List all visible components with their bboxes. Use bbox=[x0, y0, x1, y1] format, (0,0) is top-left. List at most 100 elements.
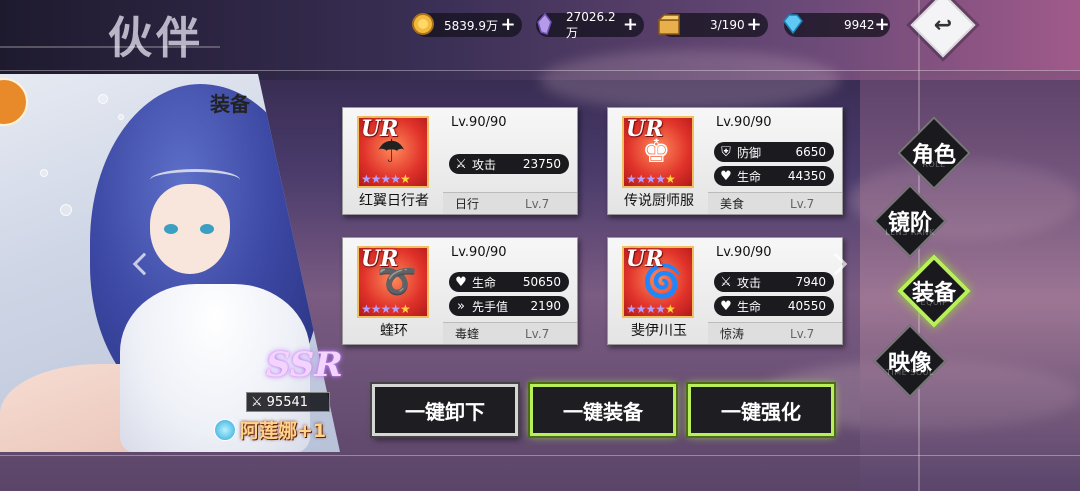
stat-name: 防御 bbox=[737, 145, 762, 160]
equipment-portrait: ♚ UR ★★★★★ bbox=[622, 116, 694, 188]
currency-chest: 3/190 + bbox=[657, 13, 768, 37]
heart-icon: ♥ bbox=[720, 168, 732, 184]
chest-icon bbox=[654, 9, 684, 39]
stat-value: 40550 bbox=[787, 299, 826, 313]
owner-strip: 美食 Lv.7 bbox=[708, 192, 842, 214]
unequip-all-button[interactable]: 一键卸下 bbox=[372, 384, 518, 436]
equipment-card-4[interactable]: 🌀 UR ★★★★★ 斐伊川玉 Lv.90/90 ⚔ 攻击 7940 ♥ 生命 … bbox=[607, 237, 843, 345]
owner-name: 美食 bbox=[720, 197, 745, 211]
character-crown bbox=[150, 169, 240, 191]
currency-chest-value: 3/190 bbox=[710, 18, 745, 32]
rarity-ur-badge: UR bbox=[626, 116, 664, 142]
owner-strip: 毒蝰 Lv.7 bbox=[443, 322, 577, 344]
stat-row: » 先手值 2190 bbox=[449, 296, 569, 316]
owner-strip: 日行 Lv.7 bbox=[443, 192, 577, 214]
currency-diamond: 9942 + bbox=[783, 13, 890, 37]
sword-icon: ⚔ bbox=[720, 274, 732, 290]
nav-sublabel: EQUIP bbox=[920, 298, 948, 307]
currency-diamond-value: 9942 bbox=[844, 18, 875, 32]
stat-row: ⚔ 攻击 23750 bbox=[449, 154, 569, 174]
equipment-name: 蝰环 bbox=[380, 323, 408, 339]
upgrade-all-button[interactable]: 一键强化 bbox=[688, 384, 834, 436]
owner-level: Lv.7 bbox=[525, 196, 550, 211]
star-rating: ★★★★★ bbox=[626, 172, 676, 186]
gold-coin-icon bbox=[408, 9, 438, 39]
equipment-portrait: 🌀 UR ★★★★★ bbox=[622, 246, 694, 318]
rarity-ur-badge: UR bbox=[361, 246, 399, 272]
equipment-card-2[interactable]: ♚ UR ★★★★★ 传说厨师服 Lv.90/90 ⛨ 防御 6650 ♥ 生命… bbox=[607, 107, 843, 215]
add-gold-button[interactable]: + bbox=[500, 16, 516, 34]
equipment-card-3[interactable]: ➰ UR ★★★★★ 蝰环 Lv.90/90 ♥ 生命 50650 » 先手值 … bbox=[342, 237, 578, 345]
currency-gold: 5839.9万 + bbox=[412, 13, 522, 37]
stat-row: ⚔ 攻击 7940 bbox=[714, 272, 834, 292]
currency-gold-value: 5839.9万 bbox=[444, 18, 498, 33]
bubble bbox=[118, 114, 124, 120]
element-icon bbox=[214, 418, 236, 441]
speed-icon: » bbox=[457, 298, 465, 314]
owner-name: 惊涛 bbox=[720, 327, 745, 341]
nav-sublabel: TIME SOUL bbox=[886, 368, 934, 377]
equipment-level: Lv.90/90 bbox=[451, 245, 507, 260]
rarity-badge: SSR bbox=[266, 345, 343, 385]
owner-level: Lv.7 bbox=[790, 326, 815, 341]
stat-value: 44350 bbox=[787, 169, 826, 183]
equipment-level: Lv.90/90 bbox=[716, 245, 772, 260]
nav-role[interactable]: 角色 ROLE bbox=[886, 116, 982, 190]
stat-value: 23750 bbox=[522, 157, 561, 171]
equipment-card-1[interactable]: ☂ UR ★★★★★ 红翼日行者 Lv.90/90 ⚔ 攻击 23750 日行 … bbox=[342, 107, 578, 215]
add-chest-button[interactable]: + bbox=[746, 16, 762, 34]
power-icon: ⚔ bbox=[251, 394, 263, 410]
crystal-icon bbox=[530, 9, 560, 39]
character-name: 阿莲娜+1 bbox=[240, 420, 327, 442]
stat-name: 生命 bbox=[737, 299, 762, 314]
power-display: ⚔ 95541 bbox=[246, 392, 330, 412]
stat-value: 6650 bbox=[795, 145, 826, 159]
character-name-plate[interactable]: 阿莲娜+1 bbox=[214, 416, 326, 443]
shield-icon: ⛨ bbox=[721, 144, 731, 160]
stat-name: 生命 bbox=[737, 169, 762, 184]
add-crystal-button[interactable]: + bbox=[623, 16, 638, 34]
back-arrow-icon: ↩ bbox=[933, 12, 953, 38]
owner-strip: 惊涛 Lv.7 bbox=[708, 322, 842, 344]
rarity-ur-badge: UR bbox=[626, 246, 664, 272]
stat-value: 7940 bbox=[795, 275, 826, 289]
equipment-level: Lv.90/90 bbox=[451, 115, 507, 130]
bubble bbox=[98, 94, 108, 104]
back-button[interactable]: ↩ bbox=[910, 0, 976, 58]
sword-icon: ⚔ bbox=[455, 156, 467, 172]
stat-name: 攻击 bbox=[737, 275, 762, 290]
add-diamond-button[interactable]: + bbox=[875, 16, 890, 34]
character-eye bbox=[200, 224, 214, 234]
nav-time-soul[interactable]: 映像 TIME SOUL bbox=[862, 324, 958, 398]
nav-sublabel: ROLE bbox=[922, 160, 946, 169]
stat-value: 2190 bbox=[530, 299, 561, 313]
nav-lens-rank[interactable]: 镜阶 LENS RANK bbox=[862, 184, 958, 258]
character-face bbox=[150, 184, 230, 274]
stat-value: 50650 bbox=[522, 275, 561, 289]
stat-name: 生命 bbox=[472, 275, 497, 290]
equipment-name: 斐伊川玉 bbox=[631, 323, 687, 339]
nav-sublabel: LENS RANK bbox=[885, 228, 935, 237]
page-title: 伙伴 bbox=[108, 13, 204, 64]
star-rating: ★★★★★ bbox=[361, 172, 411, 186]
equipment-level: Lv.90/90 bbox=[716, 115, 772, 130]
equipment-portrait: ☂ UR ★★★★★ bbox=[357, 116, 429, 188]
character-eye bbox=[164, 224, 178, 234]
owner-name: 毒蝰 bbox=[455, 327, 480, 341]
stat-row: ♥ 生命 44350 bbox=[714, 166, 834, 186]
currency-crystal-value: 27026.2万 bbox=[566, 9, 616, 40]
owner-name: 日行 bbox=[455, 197, 480, 211]
bubble bbox=[60, 204, 72, 216]
power-value: 95541 bbox=[266, 394, 309, 410]
equip-all-button[interactable]: 一键装备 bbox=[530, 384, 676, 436]
stat-row: ♥ 生命 50650 bbox=[449, 272, 569, 292]
rarity-ur-badge: UR bbox=[361, 116, 399, 142]
stat-name: 攻击 bbox=[472, 157, 497, 172]
nav-equip[interactable]: 装备 EQUIP bbox=[886, 254, 982, 328]
owner-level: Lv.7 bbox=[790, 196, 815, 211]
equipment-name: 传说厨师服 bbox=[624, 193, 694, 209]
stat-name: 先手值 bbox=[472, 299, 509, 314]
heart-icon: ♥ bbox=[455, 274, 467, 290]
stat-row: ⛨ 防御 6650 bbox=[714, 142, 834, 162]
currency-crystal: 27026.2万 + bbox=[536, 10, 644, 40]
